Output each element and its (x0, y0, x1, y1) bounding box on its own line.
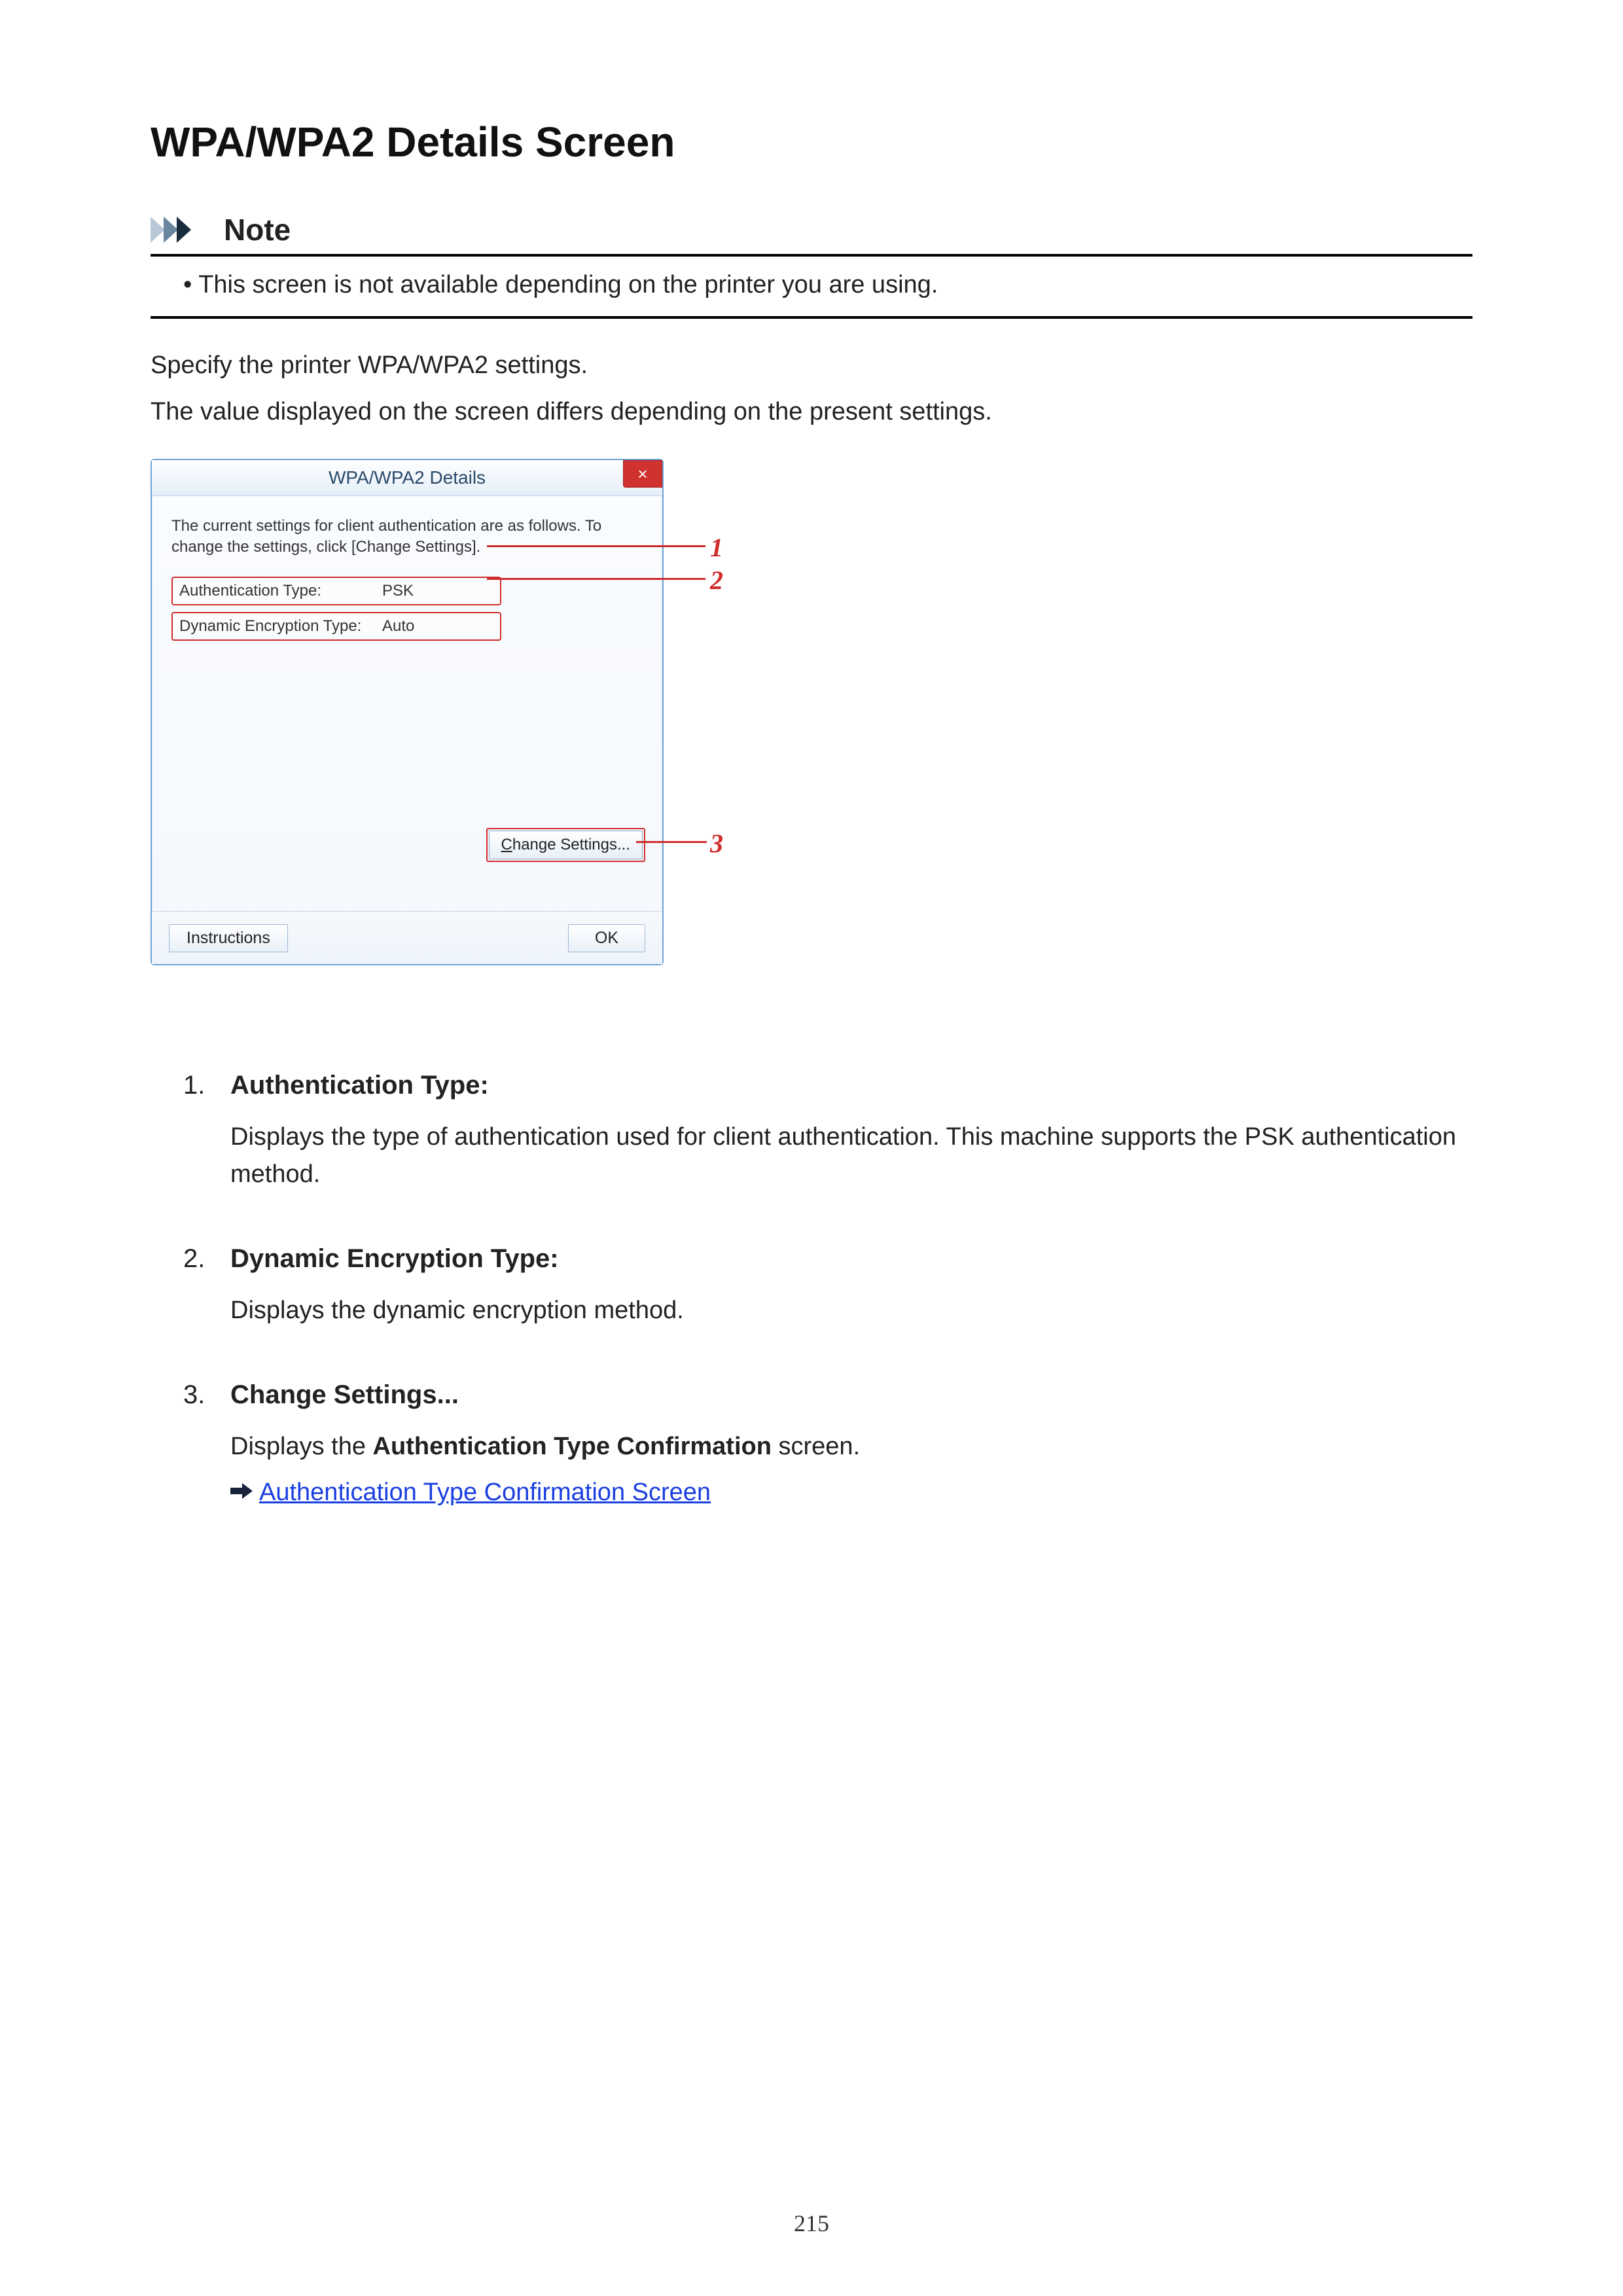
encryption-type-row: Dynamic Encryption Type: Auto (171, 612, 501, 641)
explain-item-3-bold: Authentication Type Confirmation (373, 1433, 772, 1460)
note-text: This screen is not available depending o… (183, 271, 1472, 299)
explain-item-1-title: Authentication Type: (230, 1071, 1472, 1100)
dialog-titlebar: WPA/WPA2 Details × (152, 460, 662, 496)
note-heading: Note (224, 212, 291, 247)
dialog-screenshot: WPA/WPA2 Details × The current settings … (151, 459, 740, 973)
callout-1: 1 (710, 532, 723, 563)
explain-item-1: Authentication Type: Displays the type o… (183, 1071, 1472, 1193)
change-settings-accel: C (501, 836, 512, 853)
auth-type-value: PSK (382, 582, 414, 600)
encryption-type-value: Auto (382, 617, 414, 636)
close-icon: × (637, 464, 647, 484)
instructions-button[interactable]: Instructions (169, 924, 288, 952)
change-settings-rest: hange Settings... (512, 836, 630, 853)
dialog-title: WPA/WPA2 Details (329, 467, 486, 488)
chevrons-icon (151, 217, 213, 243)
close-button[interactable]: × (623, 460, 662, 488)
callout-line-1 (487, 545, 705, 547)
arrow-right-icon (230, 1481, 253, 1504)
wpa-details-dialog: WPA/WPA2 Details × The current settings … (151, 459, 664, 965)
explain-item-3-suffix: screen. (772, 1433, 860, 1460)
callout-line-3 (636, 841, 707, 843)
explain-item-2: Dynamic Encryption Type: Displays the dy… (183, 1244, 1472, 1329)
intro-p2: The value displayed on the screen differ… (151, 398, 1472, 426)
callout-line-2 (487, 578, 705, 580)
callout-3: 3 (710, 828, 723, 859)
explain-item-2-body: Displays the dynamic encryption method. (230, 1292, 1472, 1329)
auth-confirm-link[interactable]: Authentication Type Confirmation Screen (259, 1479, 711, 1507)
auth-type-label: Authentication Type: (179, 582, 382, 600)
explain-item-3: Change Settings... Displays the Authenti… (183, 1380, 1472, 1507)
dialog-instructions: The current settings for client authenti… (171, 516, 643, 558)
callout-2: 2 (710, 565, 723, 596)
explain-item-3-prefix: Displays the (230, 1433, 373, 1460)
explain-item-1-body: Displays the type of authentication used… (230, 1119, 1472, 1193)
page-number: 215 (0, 2210, 1623, 2237)
intro-block: Specify the printer WPA/WPA2 settings. T… (151, 351, 1472, 426)
page-title: WPA/WPA2 Details Screen (151, 118, 1472, 166)
divider (151, 316, 1472, 319)
ok-button[interactable]: OK (568, 924, 645, 952)
divider (151, 254, 1472, 257)
encryption-type-label: Dynamic Encryption Type: (179, 617, 382, 636)
change-settings-button[interactable]: Change Settings... (486, 828, 645, 862)
intro-p1: Specify the printer WPA/WPA2 settings. (151, 351, 1472, 380)
auth-type-row: Authentication Type: PSK (171, 577, 501, 605)
explain-item-3-body: Displays the Authentication Type Confirm… (230, 1428, 1472, 1465)
explanation-list: Authentication Type: Displays the type o… (151, 1071, 1472, 1507)
explain-item-3-title: Change Settings... (230, 1380, 1472, 1410)
note-block: Note This screen is not available depend… (151, 212, 1472, 319)
explain-item-2-title: Dynamic Encryption Type: (230, 1244, 1472, 1274)
